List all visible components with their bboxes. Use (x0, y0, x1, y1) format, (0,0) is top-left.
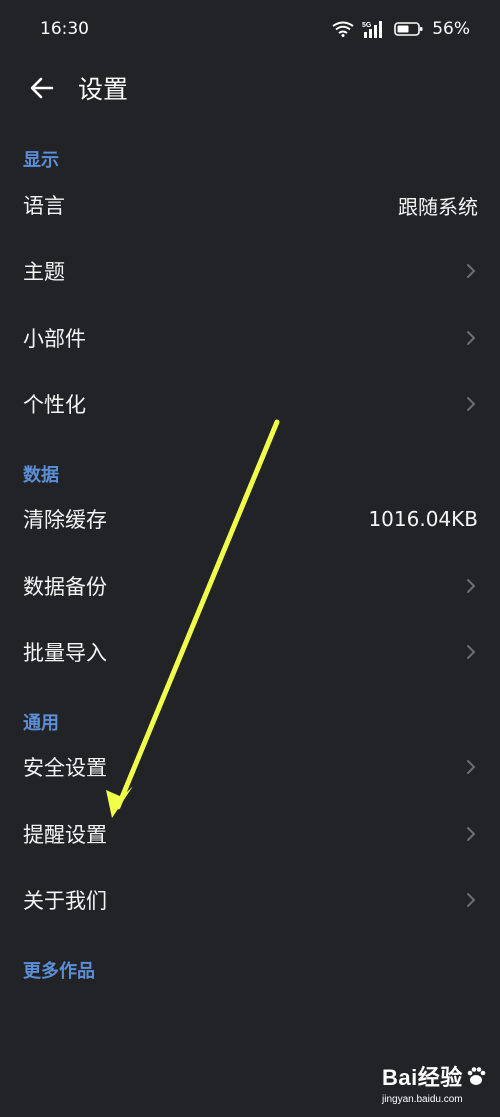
row-label: 关于我们 (23, 889, 107, 913)
chevron-right-icon (466, 824, 478, 844)
paw-icon (467, 1067, 486, 1085)
row-label: 语言 (23, 194, 65, 218)
settings-row-batch-import[interactable]: 批量导入 (0, 619, 500, 685)
back-button[interactable] (20, 66, 64, 110)
battery-icon (394, 21, 424, 37)
settings-row-theme[interactable]: 主题 (0, 238, 500, 304)
page-title: 设置 (78, 75, 129, 104)
section-title-data: 数据 (23, 465, 59, 486)
row-label: 小部件 (23, 327, 86, 351)
chevron-right-icon (466, 261, 478, 281)
row-value: 1016.04KB (368, 507, 478, 531)
section-title-display: 显示 (23, 150, 59, 171)
chevron-right-icon (466, 328, 478, 348)
cellular-signal-icon: 5G (362, 20, 386, 38)
row-label: 提醒设置 (23, 823, 107, 847)
status-icons: 5G 56% (332, 19, 470, 39)
settings-row-personalize[interactable]: 个性化 (0, 371, 500, 437)
row-value: 跟随系统 (398, 194, 478, 219)
chevron-right-icon (466, 757, 478, 777)
chevron-right-icon (466, 890, 478, 910)
watermark-brand: Bai经验 (382, 1060, 497, 1092)
status-time: 16:30 (40, 19, 89, 39)
row-label: 个性化 (23, 393, 86, 417)
arrow-left-icon (30, 77, 54, 99)
battery-percent: 56% (432, 19, 470, 39)
settings-row-clear-cache[interactable]: 清除缓存 1016.04KB (0, 486, 500, 552)
network-type-label: 5G (362, 22, 372, 29)
watermark-url: jingyan.baidu.com (382, 1094, 463, 1105)
settings-row-reminder[interactable]: 提醒设置 (0, 801, 500, 867)
settings-row-security[interactable]: 安全设置 (0, 734, 500, 800)
settings-row-about[interactable]: 关于我们 (0, 867, 500, 933)
chevron-right-icon (466, 394, 478, 414)
more-works-link[interactable]: 更多作品 (23, 957, 95, 983)
app-header: 设置 (0, 58, 500, 118)
settings-row-language[interactable]: 语言 跟随系统 (0, 172, 500, 238)
chevron-right-icon (466, 576, 478, 596)
row-label: 数据备份 (23, 575, 107, 599)
row-label: 安全设置 (23, 756, 107, 780)
settings-row-widget[interactable]: 小部件 (0, 305, 500, 371)
row-label: 清除缓存 (23, 508, 107, 532)
chevron-right-icon (466, 642, 478, 662)
wifi-icon (332, 21, 354, 37)
section-title-general: 通用 (23, 713, 59, 734)
baidu-jingyan-watermark: Bai经验 jingyan.baidu.com (382, 1060, 497, 1110)
row-label: 批量导入 (23, 641, 107, 665)
settings-row-data-backup[interactable]: 数据备份 (0, 553, 500, 619)
status-bar: 16:30 5G 56% (0, 0, 500, 58)
watermark-brand-text: Bai经验 (382, 1065, 463, 1090)
row-label: 主题 (23, 260, 65, 284)
